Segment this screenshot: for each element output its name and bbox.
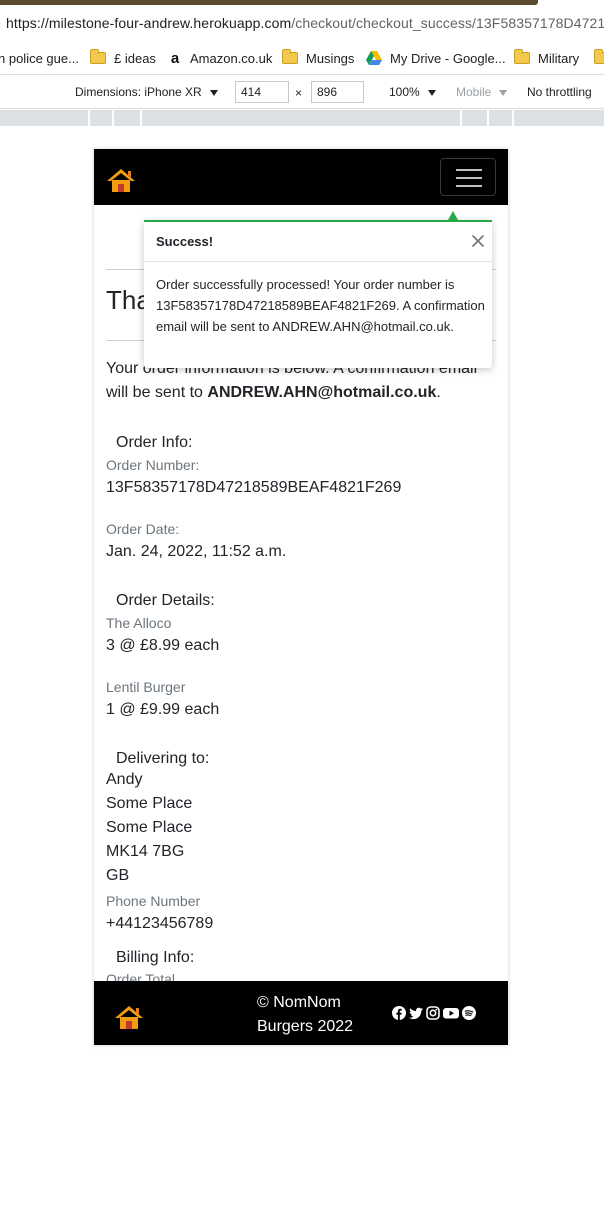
- folder-icon: [282, 49, 298, 64]
- ruler-divider: [460, 110, 462, 126]
- toast-arrow: [448, 211, 458, 220]
- hamburger-line: [456, 177, 482, 179]
- delivery-name: Andy: [106, 771, 143, 788]
- phone-label: Phone Number: [106, 893, 201, 909]
- bookmark-police[interactable]: n police gue...: [0, 49, 79, 67]
- bookmark-musings[interactable]: Musings: [282, 49, 354, 67]
- zoom-label: 100%: [389, 85, 420, 99]
- delivery-address-line: Some Place: [106, 819, 193, 836]
- folder-icon: [594, 49, 604, 64]
- customer-email: ANDREW.AHN@hotmail.co.uk: [207, 384, 437, 401]
- ruler-divider: [512, 110, 514, 126]
- chevron-down-icon: [427, 89, 436, 96]
- bookmark-ideas[interactable]: £ ideas: [90, 49, 156, 67]
- copyright-text: © NomNom Burgers 2022: [257, 994, 354, 1035]
- throttling-label: No throttling: [527, 85, 592, 99]
- order-date-label: Order Date:: [106, 521, 180, 537]
- hamburger-line: [456, 185, 482, 187]
- dimension-times: ×: [295, 86, 303, 100]
- order-info-heading: Order Info:: [116, 434, 193, 451]
- bookmark-label: Musings: [306, 50, 355, 66]
- item-name: The Alloco: [106, 615, 172, 631]
- folder-icon: [90, 49, 106, 64]
- device-type-label: Mobile: [456, 85, 492, 99]
- item-qty-price: 3 @ £8.99 each: [106, 637, 220, 654]
- url-text[interactable]: https://milestone-four-andrew.herokuapp.…: [6, 15, 604, 31]
- twitter-icon[interactable]: [409, 1006, 423, 1020]
- phone-value: +44123456789: [106, 915, 214, 932]
- site-navbar: [94, 149, 508, 205]
- order-number-value: 13F58357178D47218589BEAF4821F269: [106, 479, 402, 496]
- throttling-dropdown[interactable]: No throttling: [527, 85, 592, 99]
- delivery-postcode: MK14 7BG: [106, 843, 185, 860]
- success-toast: Success! Order successfully processed! Y…: [144, 211, 492, 368]
- item-name: Lentil Burger: [106, 679, 186, 695]
- zoom-dropdown[interactable]: 100%: [389, 85, 436, 99]
- folder-icon: [514, 49, 530, 64]
- device-type-dropdown[interactable]: Mobile: [456, 85, 508, 99]
- amazon-icon: a: [170, 49, 180, 67]
- height-input[interactable]: 896: [311, 81, 364, 103]
- toast-title: Success!: [156, 234, 214, 249]
- delivery-address-line: Some Place: [106, 795, 193, 812]
- url-host: https://milestone-four-andrew.herokuapp.…: [6, 15, 292, 31]
- address-bar[interactable]: https://milestone-four-andrew.herokuapp.…: [0, 5, 604, 41]
- bookmark-military[interactable]: Military: [514, 49, 579, 67]
- navbar-toggler-button[interactable]: [440, 158, 496, 196]
- toast-message: Order successfully processed! Your order…: [156, 277, 485, 334]
- url-path: /checkout/checkout_success/13F58357178D4…: [291, 15, 604, 31]
- ruler-divider: [487, 110, 489, 126]
- chevron-down-icon: [499, 89, 508, 96]
- social-links: [392, 1006, 476, 1020]
- hamburger-line: [456, 169, 482, 171]
- chevron-down-icon: [209, 89, 218, 96]
- close-icon[interactable]: [470, 233, 486, 249]
- bookmark-label: Amazon.co.uk: [190, 50, 273, 66]
- bookmarks-bar: n police gue... £ ideas a Amazon.co.uk M…: [0, 41, 604, 75]
- bookmark-label: Military: [538, 50, 580, 66]
- intro-end: .: [436, 384, 441, 401]
- order-details-heading: Order Details:: [116, 592, 215, 609]
- order-total-label: Order Total: [106, 971, 175, 981]
- ruler-divider: [112, 110, 114, 126]
- ruler-divider: [140, 110, 142, 126]
- home-icon[interactable]: [106, 168, 136, 192]
- toast-header: Success!: [144, 222, 492, 262]
- delivery-country: GB: [106, 867, 130, 884]
- youtube-icon[interactable]: [443, 1006, 459, 1020]
- media-query-bar[interactable]: [0, 110, 604, 126]
- item-qty-price: 1 @ £9.99 each: [106, 701, 220, 718]
- order-date-value: Jan. 24, 2022, 11:52 a.m.: [106, 543, 287, 560]
- site-footer: © NomNom Burgers 2022: [94, 981, 508, 1045]
- bookmark-my-drive[interactable]: My Drive - Google...: [366, 49, 506, 67]
- bookmark-label: £ ideas: [114, 50, 156, 66]
- bookmark-label: n police gue...: [0, 50, 79, 66]
- device-toolbar: Dimensions: iPhone XR 414 × 896 100% Mob…: [0, 76, 604, 109]
- facebook-icon[interactable]: [392, 1006, 406, 1020]
- delivering-heading: Delivering to:: [116, 750, 210, 767]
- dimensions-label: Dimensions: iPhone XR: [75, 85, 202, 99]
- instagram-icon[interactable]: [426, 1006, 440, 1020]
- google-drive-icon: [366, 51, 382, 65]
- bookmark-amazon[interactable]: a Amazon.co.uk: [168, 49, 273, 67]
- spotify-icon[interactable]: [462, 1006, 476, 1020]
- width-input[interactable]: 414: [235, 81, 289, 103]
- home-icon[interactable]: [114, 1005, 144, 1029]
- bookmark-overflow[interactable]: [594, 49, 604, 67]
- ruler-divider: [88, 110, 90, 126]
- dimensions-dropdown[interactable]: Dimensions: iPhone XR: [75, 85, 218, 99]
- order-number-label: Order Number:: [106, 457, 200, 473]
- billing-heading: Billing Info:: [116, 949, 195, 966]
- bookmark-label: My Drive - Google...: [390, 50, 506, 66]
